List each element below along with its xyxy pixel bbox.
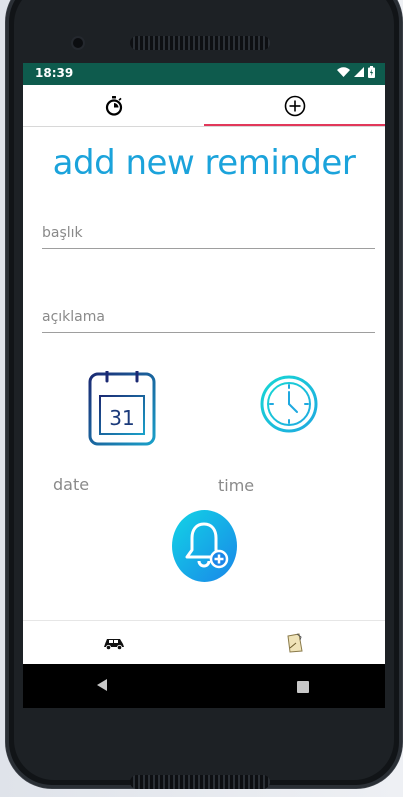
calendar-icon: 31 (88, 369, 156, 446)
bottom-navigation (23, 620, 385, 664)
tab-stopwatch[interactable] (23, 85, 204, 126)
bell-plus-icon (172, 510, 237, 582)
back-icon[interactable] (95, 678, 109, 692)
calendar-day-text: 31 (109, 406, 134, 430)
add-circle-icon (284, 95, 305, 116)
date-label: date (53, 475, 90, 494)
top-speaker (130, 36, 270, 50)
car-icon (103, 638, 124, 650)
tab-add-reminder[interactable] (204, 85, 385, 126)
recents-icon[interactable] (297, 681, 309, 693)
note-icon (286, 632, 303, 653)
bottom-nav-notes[interactable] (204, 621, 385, 664)
app-screen: 18:39 add new reminder başlık açıklama 3… (23, 63, 385, 708)
wifi-icon (337, 66, 350, 77)
front-camera (73, 38, 83, 48)
signal-icon (354, 67, 364, 77)
description-input[interactable] (42, 304, 375, 333)
status-time: 18:39 (35, 66, 74, 80)
top-tab-bar (23, 85, 385, 127)
title-input[interactable] (42, 220, 375, 249)
status-bar: 18:39 (23, 63, 385, 85)
system-navigation-bar (23, 664, 385, 708)
battery-icon (368, 66, 375, 78)
clock-icon (260, 375, 318, 433)
page-title: add new reminder (52, 143, 356, 183)
bottom-speaker (130, 775, 270, 789)
stopwatch-icon (105, 95, 122, 116)
add-reminder-button[interactable] (172, 510, 237, 582)
time-label: time (218, 476, 255, 495)
time-picker-button[interactable] (259, 374, 319, 434)
status-icons (337, 66, 375, 78)
active-tab-indicator (204, 124, 385, 126)
bottom-nav-car[interactable] (23, 621, 204, 664)
date-picker-button[interactable]: 31 (88, 369, 156, 447)
